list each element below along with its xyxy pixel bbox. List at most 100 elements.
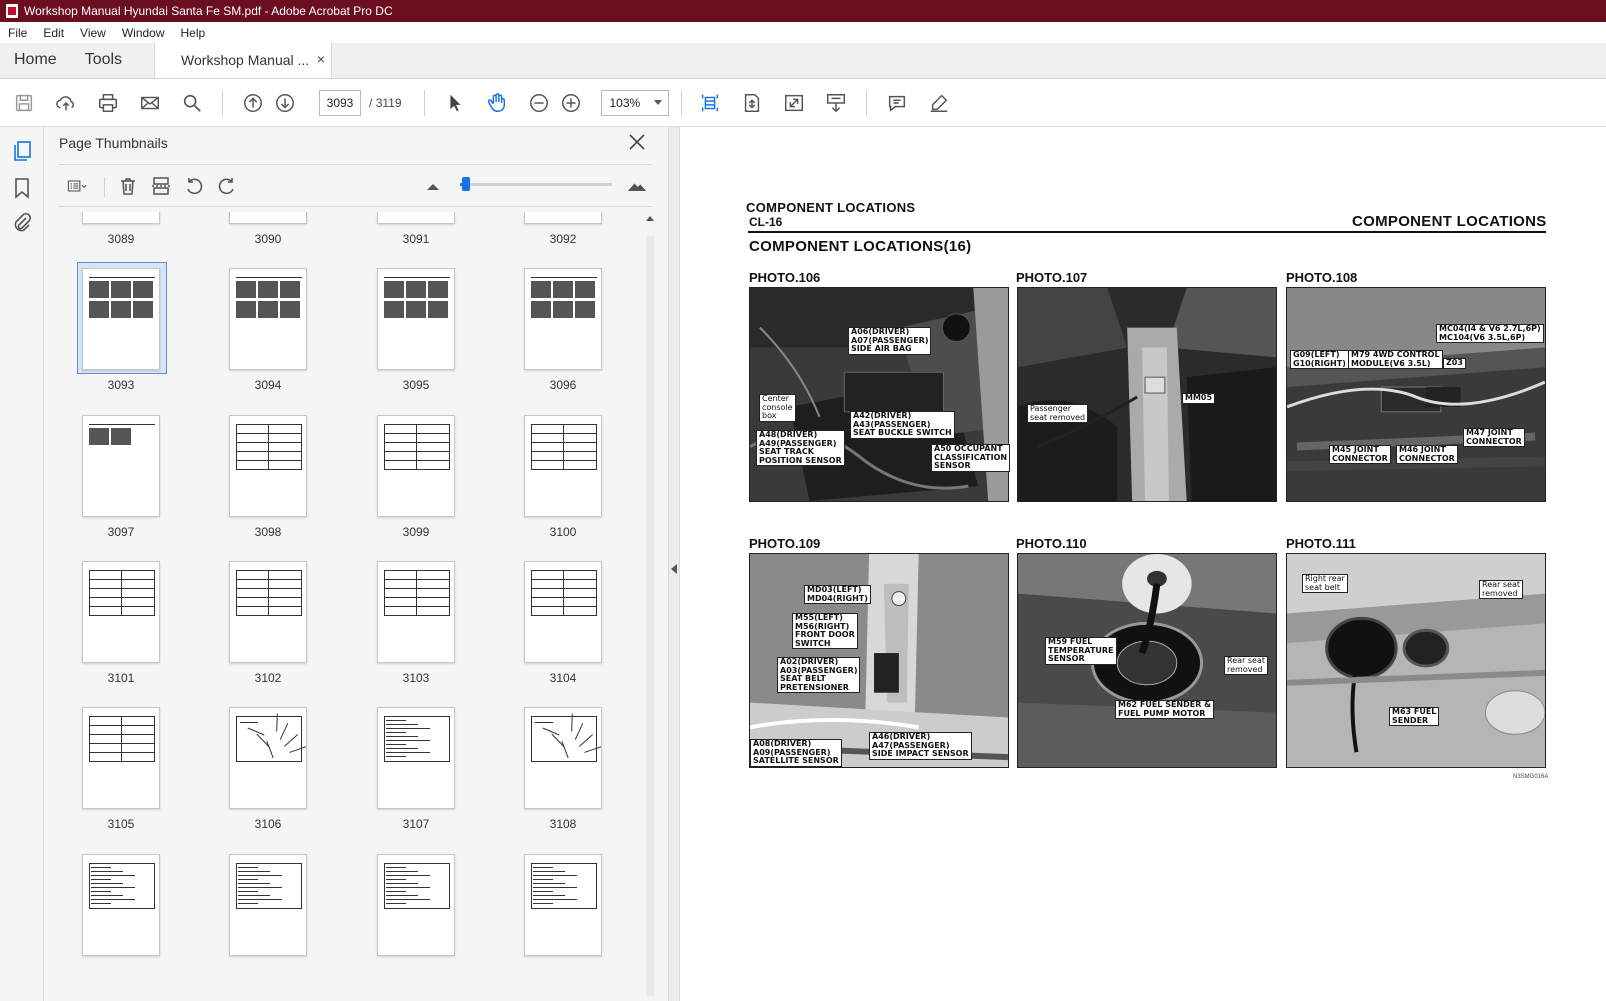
scrollbar-thumb[interactable] (646, 236, 654, 996)
prev-page-icon[interactable] (237, 87, 269, 119)
thumbnail-page[interactable] (377, 560, 455, 663)
thumbnail-item[interactable]: 3107 (355, 707, 475, 847)
thumbnail-item[interactable] (502, 853, 622, 994)
thumbnail-page[interactable] (377, 853, 455, 956)
thumbnail-item[interactable]: 3092 (502, 212, 622, 262)
thumbnail-page[interactable] (524, 560, 602, 663)
thumbnail-item[interactable]: 3103 (355, 560, 475, 701)
thumbnail-content (533, 886, 577, 888)
thumbnail-item[interactable]: 3108 (502, 707, 622, 847)
thumbnail-page[interactable] (524, 268, 602, 371)
thumbnail-page[interactable] (377, 212, 455, 224)
highlight-pen-icon[interactable] (923, 87, 955, 119)
thumbnail-item[interactable] (207, 853, 327, 994)
tab-close-icon[interactable]: × (317, 51, 325, 67)
delete-page-icon[interactable] (115, 173, 141, 199)
thumbnail-page[interactable] (82, 560, 160, 663)
thumbnail-page[interactable] (524, 414, 602, 517)
bookmark-icon[interactable] (10, 176, 34, 200)
thumbnail-item[interactable] (60, 853, 180, 994)
thumbnail-page[interactable] (229, 414, 307, 517)
comment-icon[interactable] (881, 87, 913, 119)
thumbnail-page[interactable] (229, 853, 307, 956)
thumbnail-item[interactable]: 3105 (60, 707, 180, 847)
thumbnail-item[interactable]: 3102 (207, 560, 327, 701)
zoom-select[interactable]: 103% (600, 89, 669, 116)
thumbnail-page[interactable] (82, 212, 160, 224)
thumbnail-page[interactable] (229, 560, 307, 663)
thumbnail-content (533, 894, 565, 896)
thumbnail-page[interactable] (82, 414, 160, 517)
email-icon[interactable] (134, 87, 166, 119)
thumbnail-item[interactable]: 3104 (502, 560, 622, 701)
thumbnail-page[interactable] (524, 212, 602, 224)
page-number-input[interactable]: 3093 (319, 89, 361, 116)
rotate-view-icon[interactable] (736, 87, 768, 119)
thumbnail-page[interactable] (377, 414, 455, 517)
rotate-ccw-icon[interactable] (181, 173, 207, 199)
thumbnail-page[interactable] (524, 853, 602, 956)
thumbnail-item[interactable]: 3089 (60, 212, 180, 262)
thumbnail-page[interactable] (524, 707, 602, 810)
thumbnail-content (89, 587, 155, 589)
page-thumbnails-icon[interactable] (10, 139, 34, 163)
thumbnail-item[interactable]: 3094 (207, 268, 327, 408)
thumbnail-item[interactable]: 3100 (502, 414, 622, 555)
thumbnail-content (384, 423, 450, 470)
print-icon[interactable] (92, 87, 124, 119)
menu-window[interactable]: Window (114, 26, 173, 40)
tab-home[interactable]: Home (0, 42, 71, 78)
search-icon[interactable] (176, 87, 208, 119)
next-page-icon[interactable] (269, 87, 301, 119)
thumbnail-page[interactable] (377, 707, 455, 810)
thumbnail-content (563, 423, 564, 470)
thumbnail-item[interactable]: 3090 (207, 212, 327, 262)
menu-view[interactable]: View (72, 26, 114, 40)
document-view[interactable]: COMPONENT LOCATIONS CL-16 COMPONENT LOCA… (680, 127, 1606, 1001)
scroll-mode-icon[interactable] (820, 87, 852, 119)
thumbnail-item[interactable]: 3095 (355, 268, 475, 408)
menu-help[interactable]: Help (173, 26, 214, 40)
slider-handle[interactable] (462, 177, 471, 191)
thumbnail-size-slider[interactable] (460, 177, 612, 191)
thumbnail-page[interactable] (229, 268, 307, 371)
panel-collapse-handle[interactable] (668, 127, 680, 1001)
thumbnail-page[interactable] (82, 707, 160, 810)
thumbnail-options-icon[interactable] (60, 173, 94, 199)
tab-document[interactable]: Workshop Manual ... × (154, 42, 333, 78)
thumbnail-item[interactable]: 3093 (60, 262, 180, 408)
save-icon[interactable] (8, 87, 40, 119)
thumbnail-page[interactable] (82, 268, 160, 371)
tab-tools[interactable]: Tools (71, 42, 136, 78)
thumbnail-page[interactable] (229, 212, 307, 224)
upload-icon[interactable] (50, 87, 82, 119)
thumbnail-page[interactable] (82, 853, 160, 956)
thumbnail-page[interactable] (377, 268, 455, 371)
scroll-up-icon[interactable] (646, 216, 654, 221)
thumbnail-item[interactable]: 3091 (355, 212, 475, 262)
menu-file[interactable]: File (0, 26, 35, 40)
zoom-out-icon[interactable] (523, 87, 555, 119)
small-mountain-icon[interactable] (420, 173, 446, 199)
thumbnail-item[interactable] (355, 853, 475, 994)
thumbnail-item[interactable]: 3096 (502, 268, 622, 408)
hand-icon[interactable] (481, 87, 513, 119)
fit-page-icon[interactable] (694, 87, 726, 119)
photo-callout: Rear seat removed (1479, 580, 1523, 599)
zoom-in-icon[interactable] (555, 87, 587, 119)
select-cursor-icon[interactable] (439, 87, 471, 119)
thumbnail-item[interactable]: 3106 (207, 707, 327, 847)
thumbnail-item[interactable]: 3101 (60, 560, 180, 701)
thumbnail-page[interactable] (229, 707, 307, 810)
thumbnail-item[interactable]: 3097 (60, 414, 180, 555)
large-mountain-icon[interactable] (624, 173, 650, 199)
attachment-icon[interactable] (10, 211, 34, 235)
fullscreen-icon[interactable] (778, 87, 810, 119)
menu-edit[interactable]: Edit (35, 26, 72, 40)
split-page-icon[interactable] (148, 173, 174, 199)
rotate-cw-icon[interactable] (214, 173, 240, 199)
thumbnail-item[interactable]: 3098 (207, 414, 327, 555)
close-icon[interactable] (628, 133, 646, 151)
thumbnail-item[interactable]: 3099 (355, 414, 475, 555)
panel-scrollbar[interactable] (644, 212, 656, 1001)
